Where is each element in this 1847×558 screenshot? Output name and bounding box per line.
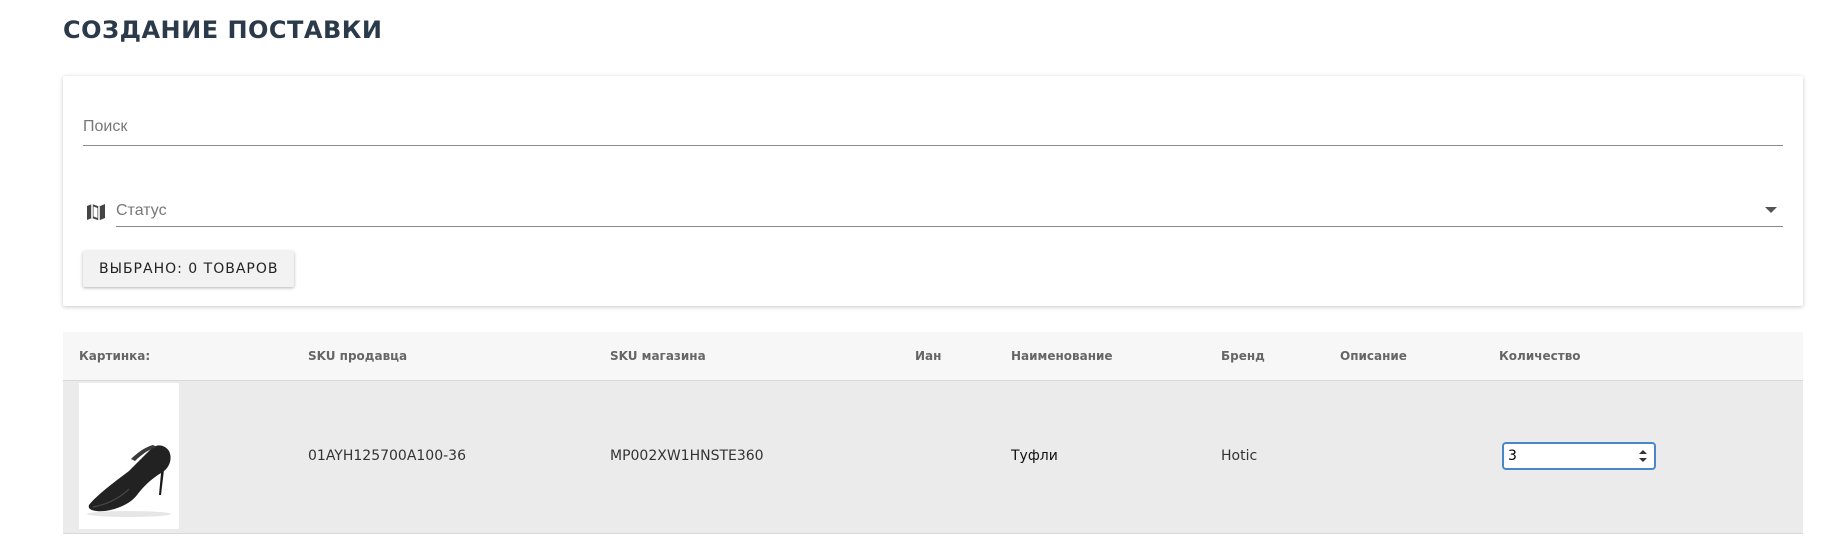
chevron-down-icon xyxy=(1765,207,1777,213)
name-cell: Туфли xyxy=(1011,448,1058,464)
status-placeholder: Статус xyxy=(116,202,167,219)
filter-panel: Поиск Статус ВЫБРАНО: 0 ТОВАРОВ xyxy=(63,76,1803,306)
search-placeholder: Поиск xyxy=(83,118,128,135)
map-icon xyxy=(85,202,107,222)
column-header-name: Наименование xyxy=(1011,349,1113,363)
status-filter-row: Статус xyxy=(83,194,1783,228)
column-header-ian: Иан xyxy=(915,349,942,363)
page: СОЗДАНИЕ ПОСТАВКИ Поиск Статус ВЫБРАНО: … xyxy=(0,0,1847,558)
products-table: Картинка: SKU продавца SKU магазина Иан … xyxy=(63,332,1803,534)
column-header-seller-sku: SKU продавца xyxy=(308,349,408,363)
seller-sku-cell: 01AYH125700A100-36 xyxy=(308,448,466,464)
selected-items-button[interactable]: ВЫБРАНО: 0 ТОВАРОВ xyxy=(83,251,295,287)
column-header-quantity: Количество xyxy=(1499,349,1581,363)
quantity-stepper[interactable]: 3 xyxy=(1502,442,1656,470)
table-row[interactable]: 01AYH125700A100-36 MP002XW1HNSTE360 Туфл… xyxy=(63,381,1803,534)
table-header: Картинка: SKU продавца SKU магазина Иан … xyxy=(63,332,1803,381)
search-input[interactable]: Поиск xyxy=(83,115,1783,146)
product-image xyxy=(79,383,179,529)
stepper-arrows-icon[interactable] xyxy=(1638,448,1648,464)
column-header-description: Описание xyxy=(1340,349,1407,363)
store-sku-cell: MP002XW1HNSTE360 xyxy=(610,448,764,464)
column-header-store-sku: SKU магазина xyxy=(610,349,706,363)
quantity-value: 3 xyxy=(1508,448,1517,464)
page-title: СОЗДАНИЕ ПОСТАВКИ xyxy=(63,16,383,44)
column-header-brand: Бренд xyxy=(1221,349,1265,363)
brand-cell: Hotic xyxy=(1221,448,1258,464)
column-header-image: Картинка: xyxy=(79,349,151,363)
status-select[interactable]: Статус xyxy=(116,194,1783,227)
